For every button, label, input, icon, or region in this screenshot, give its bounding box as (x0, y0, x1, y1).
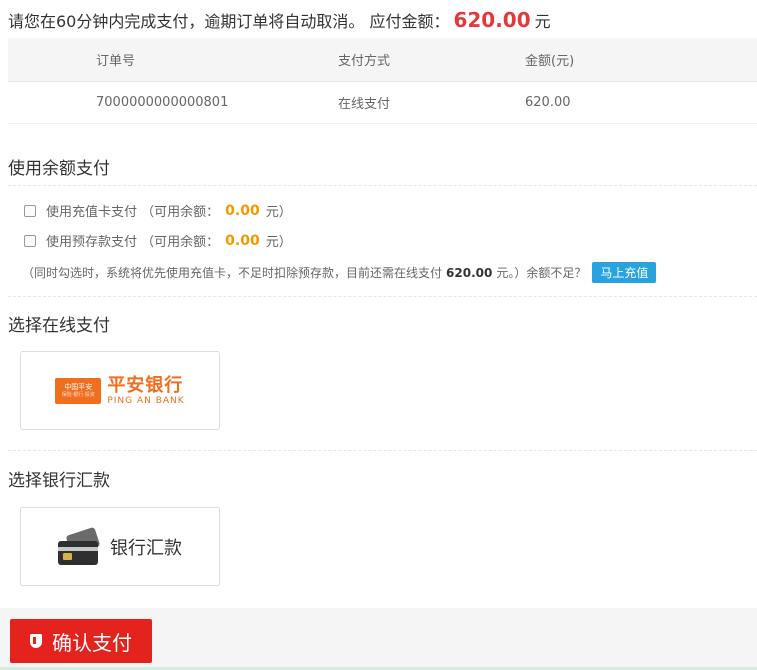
card-balance-suffix: 元） (265, 205, 292, 220)
order-number: 7000000000000801 (96, 95, 229, 110)
confirm-payment-button[interactable]: 确认支付 (10, 619, 152, 663)
notice-text: 请您在60分钟内完成支付，逾期订单将自动取消。 应付金额： (8, 12, 450, 31)
bank-name-en: PING AN BANK (107, 395, 185, 406)
order-table: 订单号 支付方式 金额(元) 7000000000000801 在线支付 620… (8, 38, 757, 124)
note-amount: 620.00 (446, 265, 493, 280)
payable-amount: 620.00 (453, 8, 531, 32)
bank-name: 平安银行 (107, 374, 184, 396)
balance-note: （同时勾选时，系统将优先使用充值卡，不足时扣除预存款，目前还需在线支付 620.0… (22, 262, 657, 283)
online-section-title: 选择在线支付 (8, 316, 110, 336)
deposit-balance-suffix: 元） (265, 235, 292, 250)
recharge-button[interactable]: 马上充值 (592, 262, 657, 283)
shield-icon (30, 634, 42, 648)
bank-remittance-option[interactable]: 银行汇款 (20, 507, 220, 586)
divider (8, 185, 757, 186)
deposit-balance-amount: 0.00 (225, 232, 260, 249)
order-table-header: 订单号 支付方式 金额(元) (8, 38, 757, 82)
note-text: （同时勾选时，系统将优先使用充值卡，不足时扣除预存款，目前还需在线支付 (22, 266, 443, 280)
bank-card-icon (58, 526, 102, 565)
divider (8, 296, 757, 297)
payment-notice: 请您在60分钟内完成支付，逾期订单将自动取消。 应付金额： 620.00 元 (8, 8, 551, 32)
pingan-bank-logo: 中国平安 保险·银行·投资 平安银行 PING AN BANK (55, 374, 185, 406)
deposit-balance-label: 使用预存款支付 （可用余额： (46, 235, 220, 250)
pingan-bank-option[interactable]: 中国平安 保险·银行·投资 平安银行 PING AN BANK (20, 351, 220, 430)
header-amount: 金额(元) (525, 54, 575, 69)
card-balance-checkbox[interactable] (24, 204, 36, 217)
pingan-badge-icon: 中国平安 保险·银行·投资 (55, 377, 102, 404)
deposit-balance-option[interactable]: 使用预存款支付 （可用余额： 0.00 元） (24, 231, 292, 250)
card-balance-label: 使用充值卡支付 （可用余额： (46, 205, 220, 220)
payment-method: 在线支付 (338, 97, 391, 112)
card-balance-option[interactable]: 使用充值卡支付 （可用余额： 0.00 元） (24, 201, 292, 220)
divider (8, 450, 757, 451)
balance-section-title: 使用余额支付 (8, 159, 110, 179)
amount-unit: 元 (534, 12, 551, 31)
header-payment-method: 支付方式 (338, 54, 391, 69)
note-suffix: 元。）余额不足？ (496, 266, 587, 280)
deposit-balance-checkbox[interactable] (24, 234, 36, 247)
card-balance-amount: 0.00 (225, 202, 260, 219)
confirm-label: 确认支付 (52, 630, 132, 655)
remittance-section-title: 选择银行汇款 (8, 471, 110, 491)
remittance-label: 银行汇款 (110, 537, 182, 559)
header-order-number: 订单号 (96, 54, 136, 69)
order-amount: 620.00 (525, 95, 571, 110)
table-row: 7000000000000801 在线支付 620.00 (8, 82, 757, 124)
